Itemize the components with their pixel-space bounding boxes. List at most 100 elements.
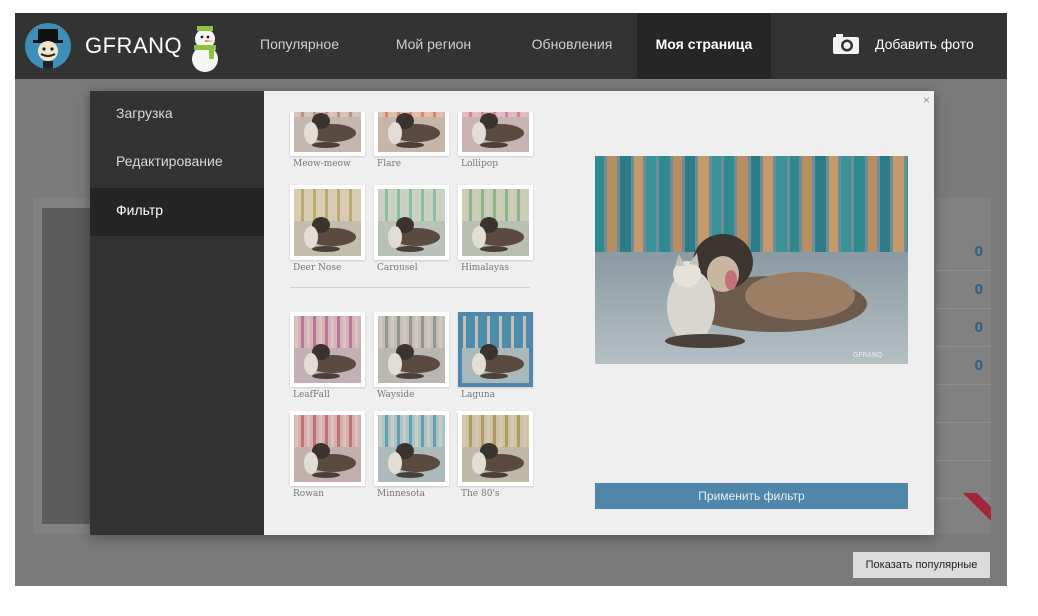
nav-my-page[interactable]: Моя страница — [637, 13, 771, 79]
fence-plank — [607, 156, 617, 256]
filter-thumbnail — [294, 189, 361, 256]
fence-plank — [646, 156, 656, 256]
camera-icon[interactable] — [832, 33, 860, 55]
stat-value: 0 — [933, 347, 991, 385]
fence-plank — [893, 156, 904, 256]
filter-label: The 80's — [461, 489, 500, 499]
fence-plank — [907, 156, 908, 256]
add-photo-link[interactable]: Добавить фото — [875, 13, 974, 79]
fence-plank — [880, 156, 890, 256]
filter-thumbnail-frame[interactable] — [458, 312, 533, 387]
filter-tile[interactable]: Lollipop — [458, 112, 533, 169]
apply-filter-button[interactable]: Применить фильтр — [595, 483, 908, 509]
filter-thumbnail — [294, 316, 361, 383]
stat-empty-row — [933, 423, 991, 461]
fence-plank — [595, 156, 604, 256]
step-upload[interactable]: Загрузка — [90, 91, 264, 139]
top-navigation-bar: GFRANQ Популярное Мой регион Обновления … — [15, 13, 1007, 79]
filter-thumbnail-frame[interactable] — [458, 411, 533, 486]
filter-modal: Загрузка Редактирование Фильтр × Meow-me… — [90, 91, 934, 535]
filter-tile[interactable]: The 80's — [458, 411, 533, 499]
filter-label: Carousel — [377, 263, 418, 273]
filter-label: Rowan — [293, 489, 325, 499]
fence-plank — [790, 156, 799, 256]
filter-label: Wayside — [377, 390, 415, 400]
modal-steps-sidebar: Загрузка Редактирование Фильтр — [90, 91, 264, 535]
stat-value: 0 — [933, 271, 991, 309]
logo-text[interactable]: GFRANQ — [85, 33, 182, 59]
fence-plank — [673, 156, 682, 256]
nav-popular[interactable]: Популярное — [247, 13, 352, 79]
logo-avatar-icon[interactable] — [25, 23, 71, 69]
filter-thumbnail-frame[interactable] — [374, 312, 449, 387]
filter-tile[interactable]: Minnesota — [374, 411, 449, 499]
filter-thumbnail-frame[interactable] — [290, 312, 365, 387]
preview-watermark: GFRANQ — [853, 351, 883, 359]
stat-value: 0 — [933, 233, 991, 271]
filter-tile[interactable]: Carousel — [374, 185, 449, 273]
fence-plank — [685, 156, 695, 256]
filter-label: Minnesota — [377, 489, 426, 499]
filter-thumbnail — [462, 189, 529, 256]
filter-tile[interactable]: Deer Nose — [290, 185, 365, 273]
nav-my-region[interactable]: Мой регион — [381, 13, 486, 79]
filter-label: Deer Nose — [293, 263, 342, 273]
fence-plank — [854, 156, 865, 256]
filter-thumbnail-frame[interactable] — [458, 185, 533, 260]
step-filter[interactable]: Фильтр — [90, 188, 264, 236]
filter-thumbnail — [378, 112, 445, 152]
filter-tile[interactable]: Wayside — [374, 312, 449, 400]
filter-label: Meow-meow — [293, 159, 351, 169]
fence-plank — [829, 156, 838, 256]
filter-thumbnail-frame[interactable] — [290, 112, 365, 156]
fence-plank — [802, 156, 812, 256]
fence-plank — [763, 156, 773, 256]
close-icon[interactable]: × — [923, 93, 930, 107]
fence-plank — [776, 156, 787, 256]
fence-plank — [659, 156, 670, 256]
stat-empty-row — [933, 385, 991, 423]
nav-updates[interactable]: Обновления — [517, 13, 627, 79]
filter-grid-divider — [290, 287, 530, 288]
filter-thumbnail-frame[interactable] — [290, 185, 365, 260]
filter-thumbnail — [462, 316, 529, 383]
filter-tile[interactable]: Rowan — [290, 411, 365, 499]
stat-value: 0 — [933, 309, 991, 347]
filter-thumbnail-frame[interactable] — [458, 112, 533, 156]
background-stats-list: 0 0 0 0 — [933, 213, 991, 499]
photo-preview: GFRANQ — [595, 156, 908, 364]
corner-ribbon-icon — [963, 493, 991, 521]
filter-thumbnail — [294, 415, 361, 482]
filter-thumbnail — [462, 112, 529, 152]
filter-tile[interactable]: Laguna — [458, 312, 533, 400]
filter-grid: Meow-meow Flare Lollipop Deer Nose Carousel H… — [264, 91, 564, 535]
filter-tile[interactable]: LeafFall — [290, 312, 365, 400]
fence-plank — [868, 156, 877, 256]
filter-thumbnail — [294, 112, 361, 152]
filter-thumbnail — [378, 189, 445, 256]
filter-thumbnail — [378, 316, 445, 383]
fence-plank — [841, 156, 851, 256]
filter-thumbnail-frame[interactable] — [374, 411, 449, 486]
app-window: GFRANQ Популярное Мой регион Обновления … — [15, 13, 1007, 586]
filter-thumbnail-frame[interactable] — [290, 411, 365, 486]
filter-thumbnail-frame[interactable] — [374, 185, 449, 260]
filter-tile[interactable]: Meow-meow — [290, 112, 365, 169]
filter-label: Flare — [377, 159, 402, 169]
step-editing[interactable]: Редактирование — [90, 139, 264, 187]
filter-tile[interactable]: Himalayas — [458, 185, 533, 273]
snowman-mascot-icon — [185, 23, 225, 73]
filter-thumbnail — [462, 415, 529, 482]
filter-thumbnail — [378, 415, 445, 482]
filter-tile[interactable]: Flare — [374, 112, 449, 169]
filter-label: Laguna — [461, 390, 496, 400]
fence-plank — [815, 156, 826, 256]
filter-thumbnail-frame[interactable] — [374, 112, 449, 156]
fence-plank — [751, 156, 760, 256]
filter-label: Lollipop — [461, 159, 498, 169]
fence-plank — [634, 156, 643, 256]
filter-label: LeafFall — [293, 390, 330, 400]
show-popular-button[interactable]: Показать популярные — [853, 552, 990, 578]
fence-plank — [620, 156, 631, 256]
filter-label: Himalayas — [461, 263, 509, 273]
